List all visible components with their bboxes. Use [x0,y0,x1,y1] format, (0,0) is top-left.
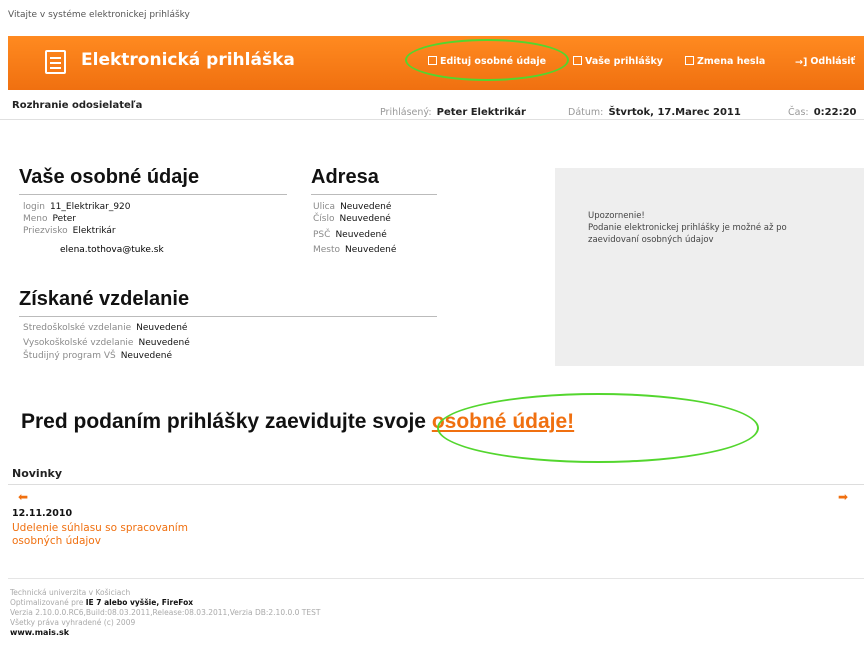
secondary-label: Stredoškolské vzdelanie [23,323,132,333]
program-value: Neuvedené [120,351,173,361]
name-value: Peter [52,214,76,224]
notice-text-line2: zaevidovaní osobných údajov [588,235,714,245]
nav-edit-label: Edituj osobné údaje [440,56,547,67]
nav-edit-personal-data[interactable]: Edituj osobné údaje [428,56,546,67]
footer-university: Technická univerzita v Košiciach [10,588,131,597]
password-icon [685,56,694,65]
logout-icon: →] [795,57,808,68]
city-value: Neuvedené [345,245,397,255]
news-heading: Novinky [12,467,63,480]
footer-site-link[interactable]: www.mais.sk [10,628,69,637]
number-value: Neuvedené [339,214,391,224]
personal-data-link[interactable]: osobné údaje! [432,410,574,433]
name-label: Meno [23,214,48,224]
university-label: Vysokoškolské vzdelanie [23,338,134,348]
logged-user: Prihlásený: Peter Elektrikár [380,100,526,119]
address-heading: Adresa [311,166,379,188]
personal-data-heading: Vaše osobné údaje [19,166,200,188]
login-value: 11_Elektrikar_920 [49,202,131,212]
zip-label: PSČ [313,230,331,240]
time-value: 0:22:20 [813,107,857,118]
divider [19,194,287,195]
cta-message: Pred podaním prihlášky zaevidujte svoje … [21,410,574,434]
footer-version: Verzia 2.10.0.0.RC6,Build:08.03.2011,Rel… [10,608,321,617]
divider [311,194,437,195]
footer-optimized-label: Optimalizované pre [10,598,84,607]
university-education-field: Vysokoškolské vzdelanie Neuvedené [23,338,190,348]
email-value: elena.tothova@tuke.sk [60,245,164,255]
news-next-arrow-icon[interactable]: ➡ [838,490,848,504]
news-date: 12.11.2010 [12,508,73,519]
news-item-link[interactable]: Udelenie súhlasu so spracovaním osobných… [12,522,232,548]
login-field: login 11_Elektrikar_920 [23,202,131,212]
street-value: Neuvedené [340,202,392,212]
notice-title: Upozornenie! [588,211,645,221]
info-bar: Rozhranie odosielateľa Prihlásený: Peter… [0,90,864,120]
current-date: Dátum: Štvrtok, 17.Marec 2011 [568,100,741,119]
nav-logout[interactable]: →] Odhlásiť [795,56,855,68]
nav-password-label: Zmena hesla [697,56,766,67]
education-heading: Získané vzdelanie [19,288,190,310]
notice-text-line1: Podanie elektronickej prihlášky je možné… [588,223,787,233]
user-label: Prihlásený: [380,107,432,118]
divider [19,316,437,317]
current-time: Čas: 0:22:20 [788,100,857,119]
street-label: Ulica [313,202,336,212]
number-field: Číslo Neuvedené [313,214,391,224]
nav-change-password[interactable]: Zmena hesla [685,56,765,67]
notice-box: Upozornenie! Podanie elektronickej prihl… [555,168,864,366]
nav-my-applications[interactable]: Vaše prihlášky [573,56,663,67]
university-value: Neuvedené [138,338,190,348]
date-label: Dátum: [568,107,604,118]
news-prev-arrow-icon[interactable]: ⬅ [18,490,28,504]
zip-value: Neuvedené [335,230,387,240]
footer-browser-list: IE 7 alebo vyššie, FireFox [85,598,194,607]
footer-copyright: Všetky práva vyhradené (c) 2009 [10,618,136,627]
welcome-text: Vitajte v systéme elektronickej prihlášk… [8,10,190,20]
time-label: Čas: [788,107,809,118]
city-field: Mesto Neuvedené [313,245,396,255]
divider [8,484,864,485]
program-label: Študijný program VŠ [23,351,116,361]
nav-logout-label: Odhlásiť [810,56,856,67]
nav-applications-label: Vaše prihlášky [585,56,663,67]
login-label: login [23,202,45,212]
footer-browsers: Optimalizované pre IE 7 alebo vyššie, Fi… [10,598,193,607]
city-label: Mesto [313,245,341,255]
interface-subtitle: Rozhranie odosielateľa [12,100,143,111]
study-program-field: Študijný program VŠ Neuvedené [23,351,172,361]
edit-icon [428,56,437,65]
divider [8,578,864,579]
secondary-education-field: Stredoškolské vzdelanie Neuvedené [23,323,187,333]
user-name: Peter Elektrikár [436,107,526,118]
name-field: Meno Peter [23,214,76,224]
number-label: Číslo [313,214,335,224]
app-title: Elektronická prihláška [81,50,295,70]
secondary-value: Neuvedené [136,323,188,333]
document-icon [45,50,66,74]
app-header: Elektronická prihláška Edituj osobné úda… [8,36,864,90]
surname-value: Elektrikár [72,226,116,236]
date-value: Štvrtok, 17.Marec 2011 [608,107,741,118]
cta-text: Pred podaním prihlášky zaevidujte svoje [21,410,432,433]
surname-label: Priezvisko [23,226,68,236]
street-field: Ulica Neuvedené [313,202,391,212]
surname-field: Priezvisko Elektrikár [23,226,116,236]
zip-field: PSČ Neuvedené [313,230,387,240]
applications-icon [573,56,582,65]
